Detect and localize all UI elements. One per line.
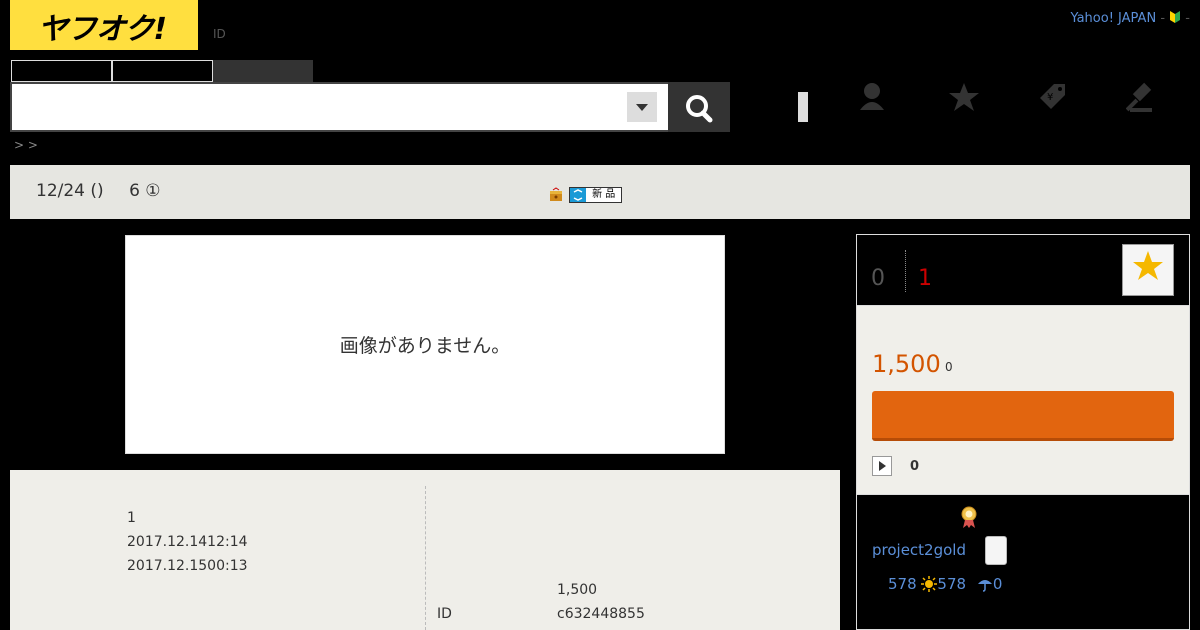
detail-quantity: 1 [127, 510, 136, 526]
breadcrumb[interactable]: > > [14, 138, 38, 152]
sun-icon [921, 576, 938, 592]
no-image-text: 画像がありません。 [339, 335, 511, 357]
item-image[interactable]: 画像がありません。 [125, 235, 725, 454]
award-icon [961, 506, 977, 528]
new-badge-label: 新 品 [592, 188, 616, 200]
detail-auction-id: c632448855 [557, 606, 645, 622]
seller-name[interactable]: project2gold [872, 541, 966, 559]
time-left: 1 [918, 266, 932, 291]
detail-id-label: ID [437, 606, 452, 622]
new-item-badge: 新 品 [569, 186, 623, 203]
panel-divider [905, 250, 906, 292]
svg-text:¥: ¥ [1047, 92, 1053, 103]
price-tax: 0 [945, 360, 953, 374]
count-info: 6 ① [129, 181, 161, 201]
play-button[interactable] [872, 456, 892, 476]
detail-start-time: 2017.12.1412:14 [127, 534, 248, 550]
rating-total: 578 [888, 575, 917, 593]
watchlist-button[interactable] [1122, 244, 1174, 296]
search-tab-1[interactable] [11, 60, 112, 82]
search-tab-2[interactable] [112, 60, 213, 82]
yahuoku-logo[interactable]: ヤフオク! [10, 0, 198, 50]
detail-start-price: 1,500 [557, 582, 598, 598]
treasure-icon [550, 186, 562, 201]
separator: - [1160, 11, 1166, 26]
user-icon[interactable] [856, 80, 888, 114]
separator: - [1185, 11, 1190, 26]
star-icon[interactable] [948, 80, 980, 114]
bid-button[interactable] [872, 391, 1174, 441]
seller-follow-button[interactable] [985, 536, 1007, 565]
detail-end-time: 2017.12.1500:13 [127, 558, 248, 574]
beginner-mark-icon[interactable] [1169, 10, 1181, 24]
current-price: 1,500 [872, 350, 941, 378]
yahoo-japan-link[interactable]: Yahoo! JAPAN [1070, 11, 1156, 26]
id-label: ID [213, 27, 226, 41]
chevron-down-icon [636, 104, 648, 111]
rating-bad: 0 [992, 575, 1003, 593]
tag-icon[interactable]: ¥ [1036, 80, 1068, 114]
nav-indicator [798, 92, 808, 122]
recycle-icon [570, 187, 587, 202]
logo-text: ヤフオク! [38, 12, 167, 47]
details-divider [425, 486, 426, 630]
seller-panel [856, 494, 1190, 630]
seller-ratings[interactable]: 578 578 0 [888, 575, 1002, 593]
star-icon [1133, 251, 1163, 280]
umbrella-icon [977, 580, 992, 592]
search-tab-3[interactable] [213, 60, 313, 82]
end-date-info: 12/24 () 6 ① [36, 181, 161, 201]
gavel-icon[interactable] [1126, 80, 1158, 114]
end-date: 12/24 () [36, 181, 104, 201]
search-button[interactable] [668, 82, 730, 132]
play-icon [879, 461, 886, 471]
search-icon [686, 95, 713, 123]
item-badges: 新 品 [548, 184, 623, 203]
top-links: Yahoo! JAPAN - - [1070, 10, 1190, 26]
search-input[interactable] [10, 82, 670, 132]
category-select[interactable] [627, 92, 657, 122]
bid-count: 0 [871, 266, 885, 291]
rating-good: 578 [937, 575, 967, 593]
play-count: 0 [910, 459, 920, 474]
